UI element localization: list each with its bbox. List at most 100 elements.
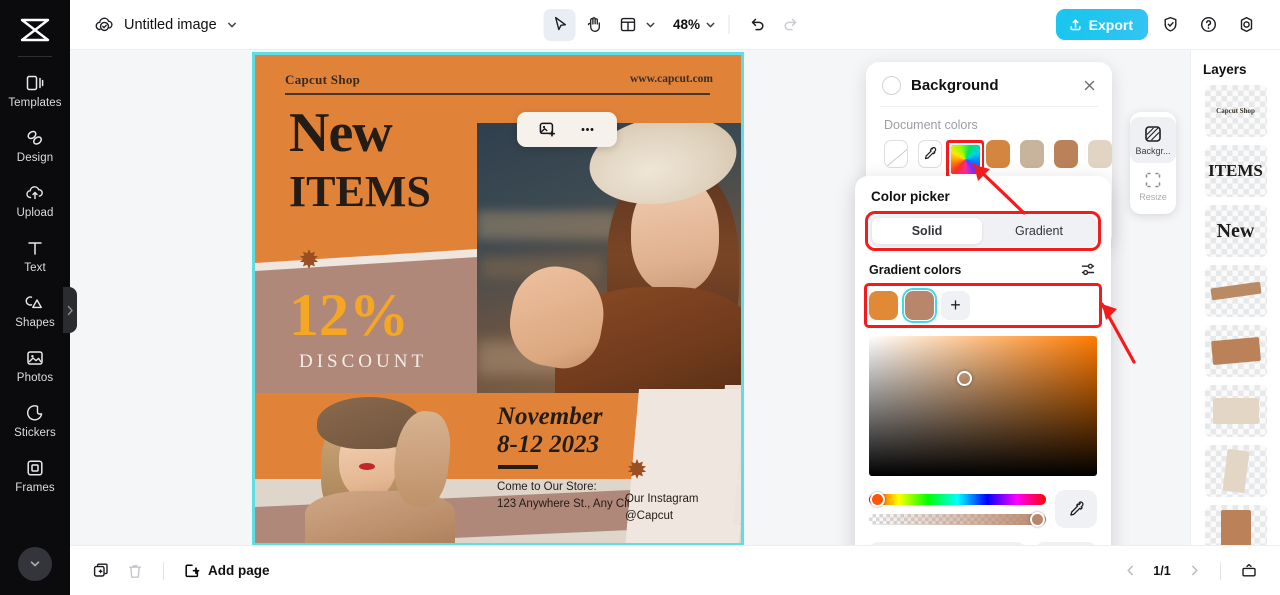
poster-instagram[interactable]: Our Instagram @Capcut bbox=[625, 491, 699, 526]
add-page-button[interactable]: Add page bbox=[177, 556, 276, 586]
poster-discount-value[interactable]: 12% bbox=[289, 285, 409, 345]
hand-tool-button[interactable] bbox=[578, 9, 610, 41]
document-title-group[interactable]: Untitled image bbox=[70, 14, 239, 35]
document-title[interactable]: Untitled image bbox=[124, 17, 217, 33]
upload-cloud-icon bbox=[24, 182, 46, 204]
add-page-icon bbox=[183, 562, 201, 580]
sidebar-item-frames[interactable]: Frames bbox=[5, 448, 65, 503]
close-icon[interactable] bbox=[1080, 77, 1098, 95]
present-button[interactable] bbox=[1234, 556, 1264, 586]
hand-icon bbox=[587, 17, 600, 32]
poster-date-line1: November bbox=[497, 403, 603, 430]
canvas-container[interactable]: Capcut Shop www.capcut.com New ITEMS 12%… bbox=[252, 52, 744, 546]
layer-thumb-items[interactable]: ITEMS bbox=[1204, 145, 1267, 197]
shield-check-button[interactable] bbox=[1154, 9, 1186, 41]
poster-headline-new[interactable]: New bbox=[289, 105, 393, 161]
poster-store-info[interactable]: Come to Our Store: 123 Anywhere St., Any… bbox=[497, 479, 636, 512]
background-panel-title: Background bbox=[911, 77, 999, 94]
gradient-stop-1[interactable] bbox=[869, 291, 898, 320]
resize-icon bbox=[1144, 171, 1162, 189]
sliders-icon[interactable] bbox=[1080, 261, 1097, 278]
export-button[interactable]: Export bbox=[1055, 9, 1148, 40]
capcut-logo-icon[interactable] bbox=[12, 8, 58, 52]
poster-shop-name[interactable]: Capcut Shop bbox=[285, 72, 360, 88]
sv-selector-handle[interactable] bbox=[957, 371, 972, 386]
layer-thumb-new[interactable]: New bbox=[1204, 205, 1267, 257]
gradient-stop-2[interactable] bbox=[902, 288, 937, 323]
sidebar-item-design[interactable]: Design bbox=[5, 118, 65, 173]
sidebar-item-upload[interactable]: Upload bbox=[5, 173, 65, 228]
next-page-button[interactable] bbox=[1181, 558, 1207, 584]
sidebar-panel-toggle[interactable] bbox=[63, 287, 77, 333]
doc-color-orange-swatch[interactable] bbox=[986, 140, 1011, 168]
layout-tool-group[interactable] bbox=[612, 9, 658, 41]
layout-tool-button[interactable] bbox=[612, 9, 644, 41]
layer-thumb-rect-brown[interactable] bbox=[1204, 505, 1267, 545]
sidebar-item-stickers[interactable]: Stickers bbox=[5, 393, 65, 448]
color-picker-title: Color picker bbox=[871, 189, 950, 204]
alpha-slider-handle[interactable] bbox=[1030, 511, 1045, 527]
delete-page-button[interactable] bbox=[120, 556, 150, 586]
layer-label: ITEMS bbox=[1208, 161, 1263, 180]
layer-thumb-rect-tall[interactable] bbox=[1204, 445, 1267, 497]
undo-button[interactable] bbox=[741, 9, 773, 41]
tab-gradient[interactable]: Gradient bbox=[984, 218, 1094, 244]
eyedropper-swatch[interactable] bbox=[918, 140, 943, 168]
redo-button[interactable] bbox=[775, 9, 807, 41]
gradient-colors-label: Gradient colors bbox=[869, 262, 962, 277]
duplicate-page-button[interactable] bbox=[86, 556, 116, 586]
poster-headline-items[interactable]: ITEMS bbox=[289, 170, 431, 214]
photo-bokeh-1 bbox=[477, 211, 617, 239]
image-add-icon bbox=[539, 122, 555, 137]
sidebar-item-shapes[interactable]: Shapes bbox=[5, 283, 65, 338]
no-color-swatch[interactable] bbox=[884, 140, 909, 168]
poster-model-cutout[interactable] bbox=[291, 397, 467, 543]
hue-slider-handle[interactable] bbox=[870, 491, 885, 507]
sidebar-collapse-button[interactable] bbox=[18, 547, 52, 581]
zoom-control-group[interactable]: 48% bbox=[670, 17, 718, 32]
help-button[interactable] bbox=[1192, 9, 1224, 41]
doc-color-cream-swatch[interactable] bbox=[1088, 140, 1113, 168]
sidebar-item-text[interactable]: Text bbox=[5, 228, 65, 283]
layer-shape bbox=[1210, 336, 1261, 366]
doc-color-tan-swatch[interactable] bbox=[1020, 140, 1045, 168]
layer-thumb-rect-cream[interactable] bbox=[1204, 385, 1267, 437]
doc-color-brown-swatch[interactable] bbox=[1054, 140, 1079, 168]
tab-solid[interactable]: Solid bbox=[872, 218, 982, 244]
poster-date[interactable]: November 8-12 2023 bbox=[497, 403, 603, 459]
sidebar-label-photos: Photos bbox=[16, 371, 54, 384]
background-icon bbox=[1144, 125, 1162, 143]
export-label: Export bbox=[1088, 16, 1133, 33]
hue-slider[interactable] bbox=[869, 491, 1046, 507]
prev-page-button[interactable] bbox=[1117, 558, 1143, 584]
color-mode-tabs: Solid Gradient bbox=[869, 215, 1097, 247]
layer-thumb-bar-thin[interactable] bbox=[1204, 265, 1267, 317]
sidebar-item-templates[interactable]: Templates bbox=[5, 63, 65, 118]
slider-column bbox=[869, 491, 1046, 527]
layout-caret-icon[interactable] bbox=[645, 19, 658, 31]
resize-tool-button[interactable]: Resize bbox=[1130, 163, 1176, 209]
poster-website[interactable]: www.capcut.com bbox=[630, 73, 713, 85]
add-gradient-stop-button[interactable]: + bbox=[941, 291, 970, 320]
layer-shape bbox=[1212, 398, 1259, 424]
poster-hero-photo[interactable] bbox=[477, 123, 741, 393]
color-picker-panel: Color picker Solid Gradient Gradient col… bbox=[855, 176, 1111, 584]
poster-discount-label[interactable]: DISCOUNT bbox=[299, 351, 427, 373]
eyedropper-button[interactable] bbox=[1055, 490, 1097, 528]
layer-thumb-capcut-shop[interactable]: Capcut Shop bbox=[1204, 85, 1267, 137]
poster-store-line1: Come to Our Store: bbox=[497, 481, 597, 493]
zoom-level-value[interactable]: 48% bbox=[670, 17, 704, 32]
layer-thumb-bar-thick[interactable] bbox=[1204, 325, 1267, 377]
chevron-right-icon bbox=[67, 305, 73, 315]
background-tool-button[interactable]: Backgr... bbox=[1130, 117, 1176, 163]
replace-image-button[interactable] bbox=[534, 117, 560, 143]
saturation-value-area[interactable] bbox=[869, 336, 1097, 476]
sidebar-item-photos[interactable]: Photos bbox=[5, 338, 65, 393]
poster-design[interactable]: Capcut Shop www.capcut.com New ITEMS 12%… bbox=[255, 55, 741, 543]
select-tool-button[interactable] bbox=[543, 8, 576, 41]
more-options-button[interactable] bbox=[574, 117, 600, 143]
chevron-down-icon[interactable] bbox=[226, 19, 239, 31]
alpha-slider[interactable] bbox=[869, 511, 1046, 527]
settings-button[interactable] bbox=[1230, 9, 1262, 41]
zoom-caret-icon[interactable] bbox=[705, 19, 718, 31]
